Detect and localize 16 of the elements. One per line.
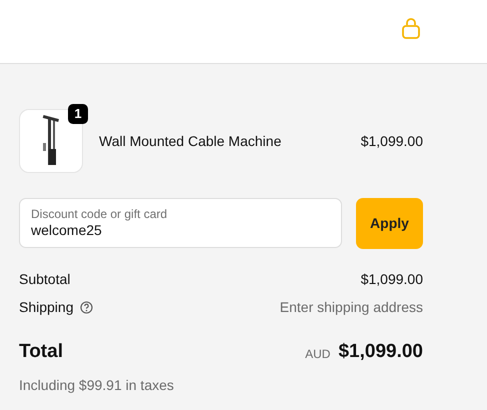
- currency-code: AUD: [305, 346, 330, 363]
- total-label: Total: [19, 340, 63, 364]
- summary-value: $1,099.00: [360, 270, 423, 288]
- product-price: $1,099.00: [360, 132, 423, 150]
- discount-code-field[interactable]: Discount code or gift card welcome25: [19, 198, 342, 248]
- summary-label: Shipping: [19, 298, 74, 317]
- total-amount: $1,099.00: [338, 340, 423, 364]
- field-label: Discount code or gift card: [31, 207, 168, 221]
- taxes-note: Including $99.91 in taxes: [19, 376, 175, 395]
- summary-label: Subtotal: [19, 270, 70, 288]
- field-value: welcome25: [31, 221, 103, 239]
- apply-button[interactable]: Apply: [356, 198, 423, 249]
- help-icon[interactable]: [80, 300, 92, 314]
- summary-value: Enter shipping address: [280, 298, 423, 317]
- product-name: Wall Mounted Cable Machine: [99, 132, 282, 150]
- quantity-badge: 1: [68, 104, 88, 124]
